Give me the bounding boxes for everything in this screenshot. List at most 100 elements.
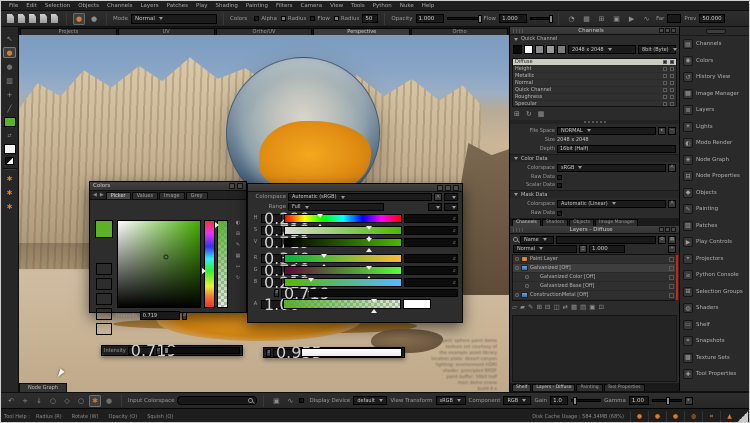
colors-dialog-titlebar[interactable]: Colors (90, 182, 246, 191)
slider-numeric-area[interactable]: ⇵ (404, 278, 458, 287)
blend-mode-dropdown[interactable]: Normal (513, 245, 577, 253)
layer-mask-toggle[interactable] (669, 293, 674, 298)
flow-slider[interactable] (530, 17, 552, 20)
palette-item[interactable]: ⊞ Selection Groups (680, 284, 750, 301)
menu-item[interactable]: Filters (272, 3, 297, 9)
color-swatch-icon[interactable]: ▣ (270, 395, 282, 407)
menu-item[interactable]: Painting (242, 3, 272, 9)
menu-item[interactable]: Layers (136, 3, 162, 9)
status-dot-3[interactable]: ● (666, 411, 684, 422)
gain-field[interactable]: 1.0 (550, 396, 568, 405)
ellipse-tool-icon[interactable]: ○ (75, 395, 87, 407)
Paint Layer[interactable]: Paint Layer (513, 255, 676, 264)
quick-channel-row[interactable]: Quick Channel (510, 35, 679, 43)
scalar-data-checkbox[interactable] (557, 183, 562, 188)
Height[interactable]: Height (513, 66, 676, 73)
half-icon[interactable]: ◐ (236, 220, 240, 226)
diamond-tool-icon[interactable]: ◇ (61, 395, 73, 407)
arrows-icon[interactable]: ↔ (236, 264, 240, 270)
intensity-field[interactable]: 0.719 (128, 347, 154, 355)
sync-icon[interactable]: ↻ (526, 110, 532, 118)
dock-tab[interactable]: Objects (569, 219, 594, 226)
open-project-icon[interactable] (18, 14, 25, 23)
palette-item[interactable]: ☀ Lights (680, 119, 750, 136)
gray-blob-icon[interactable]: ● (103, 395, 115, 407)
foreground-color-swatch[interactable] (4, 117, 16, 127)
layer-amount-field[interactable]: 1.000 (589, 245, 625, 253)
intensity-track[interactable] (163, 347, 240, 354)
lock-icon[interactable]: ⚿ (579, 245, 587, 253)
filter-options-button[interactable]: ⚙ (658, 236, 666, 244)
layer-action-button[interactable]: ◫ (553, 303, 559, 311)
color-data-section[interactable]: Color Data (510, 154, 679, 162)
colorspace-option-button[interactable]: A (434, 193, 442, 201)
Galvanized Base [Off][interactable]: Galvanized Base [Off] (513, 282, 676, 291)
layer-action-button[interactable]: ⊟ (545, 303, 550, 311)
radius-field[interactable]: 50 (362, 14, 378, 23)
input-colorspace-search[interactable] (177, 396, 257, 405)
palette-item[interactable]: ▩ Texture Sets (680, 350, 750, 367)
menu-item[interactable]: Python (369, 3, 396, 9)
tabs-right-arrow[interactable]: ▶ (99, 192, 105, 199)
move-icon[interactable]: + (19, 395, 31, 407)
wave-icon[interactable]: ∿ (640, 15, 653, 23)
channel-size-dropdown[interactable]: 2048 x 2048 (568, 45, 636, 54)
layer-action-button[interactable]: ⇄ (563, 303, 568, 311)
refresh-icon[interactable]: ↻ (236, 275, 240, 281)
transform-tool[interactable]: + (3, 89, 16, 100)
toolbar-checkbox[interactable]: Flow (310, 16, 330, 22)
palette-item[interactable]: ✎ Painting (680, 201, 750, 218)
colors-dialog-tab[interactable]: Picker (106, 192, 131, 199)
colors-dialog-tab[interactable]: Image (159, 192, 185, 199)
background-color-swatch[interactable] (4, 144, 16, 154)
option-button[interactable]: ▸ (658, 127, 666, 135)
gamma-slider[interactable] (652, 399, 682, 402)
circle-tool-icon[interactable]: ○ (47, 395, 59, 407)
dock-tab[interactable]: Shelf (512, 384, 531, 391)
layer-filter-dropdown[interactable]: Name (520, 236, 554, 244)
status-ring[interactable]: ◍ (684, 411, 702, 422)
export-icon[interactable] (51, 14, 58, 23)
gradient-tool[interactable]: ▥ (3, 75, 16, 86)
dock-tab[interactable]: Tool Properties (604, 384, 645, 391)
gray-swatch[interactable] (535, 45, 544, 54)
layer-action-button[interactable]: ⊞ (536, 303, 541, 311)
Galvanized [Off][interactable]: Galvanized [Off] (513, 264, 676, 273)
paint-tool-button[interactable]: ● (73, 13, 85, 25)
slider-numeric-area[interactable]: ⇵ (404, 214, 458, 223)
channel-toggle[interactable] (670, 81, 674, 85)
active-color-swatch[interactable] (95, 220, 113, 238)
detach-icon[interactable] (445, 185, 451, 191)
alpha-value-field[interactable]: 1.00 (261, 300, 281, 309)
palette-item[interactable]: ▧ Patches (680, 218, 750, 235)
grid-add-icon[interactable]: ⊞ (236, 231, 240, 237)
Roughness[interactable]: Roughness (513, 94, 676, 101)
brush-preset-3[interactable]: ✱ (3, 201, 16, 212)
component-dropdown[interactable]: RGB (503, 396, 531, 405)
alpha-slider-bar[interactable] (283, 299, 401, 309)
depth-value[interactable]: 16bit (Half) (557, 145, 676, 153)
add-layer-button[interactable]: + (668, 245, 676, 253)
paint-blob-icon[interactable]: ✱ (89, 395, 101, 407)
viewport-tab[interactable]: UV (118, 28, 215, 35)
slider-numeric-area[interactable]: ⇵ (404, 226, 458, 235)
select-tool[interactable]: ↖ (3, 33, 16, 44)
page-icon[interactable]: ▣ (610, 15, 623, 23)
menu-item[interactable]: Edit (22, 3, 41, 9)
add-channel-icon[interactable]: ⊞ (514, 110, 520, 118)
viewport-tab[interactable]: Ortho/UV (216, 28, 313, 35)
far-field[interactable] (667, 14, 681, 23)
ConstructionMetal [Off][interactable]: ConstructionMetal [Off] (513, 291, 676, 300)
sliders-dialog-titlebar[interactable] (248, 184, 462, 192)
layer-action-button[interactable]: ▱ (512, 303, 517, 311)
dock-tab[interactable]: Channels (512, 219, 541, 226)
menu-item[interactable]: View (326, 3, 347, 9)
menu-item[interactable]: Camera (296, 3, 326, 9)
paint-tool[interactable]: ● (3, 47, 16, 58)
close-icon[interactable] (237, 183, 243, 189)
reset-button[interactable]: ▸ (685, 397, 693, 405)
gray-swatch[interactable] (96, 308, 112, 320)
layer-action-button[interactable]: ▰ (520, 303, 525, 311)
Metallic[interactable]: Metallic (513, 73, 676, 80)
Normal[interactable]: Normal (513, 80, 676, 87)
